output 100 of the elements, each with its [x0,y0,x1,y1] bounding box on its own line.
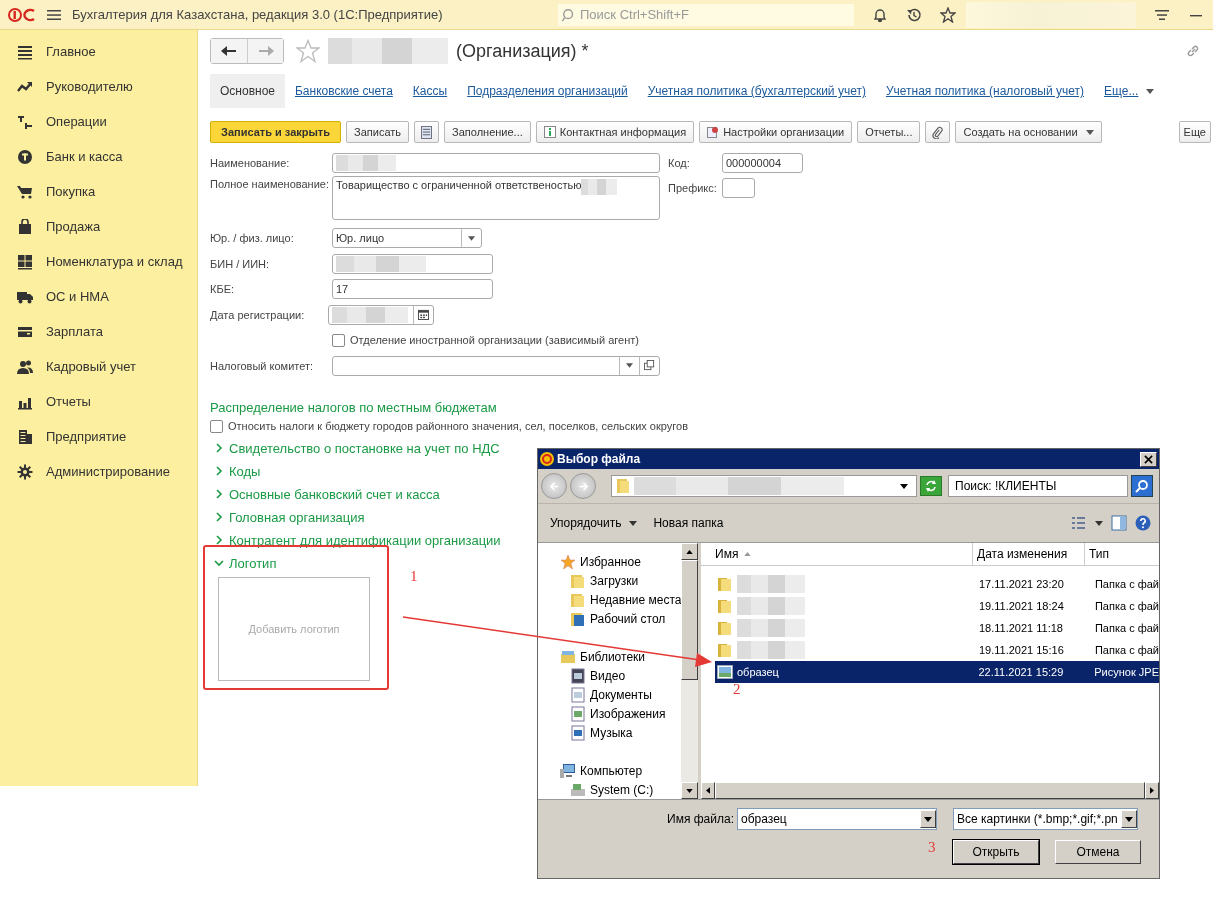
input-field[interactable] [332,253,493,274]
caret-icon [900,483,908,489]
toolbar-button[interactable]: Контактная информация [535,121,695,143]
sidebar-item[interactable]: Отчеты [0,384,197,419]
nav-item[interactable]: Библиотеки [538,647,681,666]
nav-item[interactable]: Документы [538,685,681,704]
file-row[interactable]: 17.11.2021 23:20 Папка с фай [715,573,1159,595]
input-field[interactable] [722,178,755,199]
sidebar-item[interactable]: Покупка [0,174,197,209]
sidebar-item[interactable]: Главное [0,34,197,69]
file-row[interactable]: 19.11.2021 15:16 Папка с фай [715,639,1159,661]
group-header[interactable]: Коды [210,459,261,483]
scrollbar[interactable] [701,782,1159,799]
nav-item[interactable]: Избранное [538,552,681,571]
list-button[interactable] [414,121,440,143]
nav-item[interactable]: Загрузки [538,571,681,590]
select-field[interactable]: Юр. лицо [332,228,482,249]
toolbar-button[interactable]: Настройки организации [699,121,853,143]
chevron-icon [214,512,224,522]
input-field[interactable]: 000000004 [722,152,803,173]
file-row[interactable]: образец 22.11.2021 15:29 Рисунок JPE [715,661,1159,683]
arrow-left-icon[interactable] [705,787,710,794]
tab[interactable]: Еще... [1094,74,1165,108]
toolbar-button[interactable]: Заполнение... [444,121,531,143]
forward-button[interactable] [570,473,596,499]
date-field[interactable] [328,304,434,325]
path-field[interactable] [611,475,917,497]
sidebar-item[interactable]: Кадровый учет [0,349,197,384]
refresh-button[interactable] [920,476,942,496]
help-icon[interactable] [1135,515,1151,531]
sidebar-item[interactable]: Зарплата [0,314,197,349]
group-header[interactable]: Головная организация [210,505,365,529]
file-type-select[interactable]: Все картинки (*.bmp;*.gif;*.pn [953,808,1138,830]
star-icon[interactable] [940,6,956,23]
sidebar-item[interactable]: Предприятие [0,419,197,454]
more-button[interactable]: Еще [1178,121,1211,143]
tab[interactable]: Подразделения организаций [457,74,638,108]
cancel-button[interactable]: Отмена [1055,840,1141,864]
column-header[interactable]: Тип [1085,543,1159,565]
sidebar-item[interactable]: Продажа [0,209,197,244]
sidebar-item[interactable]: Номенклатура и склад [0,244,197,279]
filename-field[interactable]: образец [737,808,937,830]
arrow-down-icon[interactable] [686,788,693,793]
annotation-number: 1 [410,568,418,585]
attach-button[interactable] [925,121,951,143]
preview-pane-icon[interactable] [1111,515,1127,531]
app-logo-icon [540,452,554,466]
field-label: Наименование: [210,156,291,169]
sidebar-item[interactable]: Операции [0,104,197,139]
group-header[interactable]: Свидетельство о постановке на учет по НДС [210,436,500,460]
caret-icon[interactable] [1095,520,1103,526]
history-icon[interactable] [906,6,922,23]
back-button[interactable] [211,39,247,63]
nav-item[interactable]: Рабочий стол [538,609,681,628]
sidebar-item[interactable]: Руководителю [0,69,197,104]
group-header[interactable]: Логотип [210,551,277,575]
nav-item[interactable]: System (C:) [538,780,681,799]
arrow-up-icon[interactable] [686,549,693,554]
toolbar-button[interactable]: Записать [346,121,410,143]
nav-item[interactable]: Компьютер [538,761,681,780]
sidebar-item[interactable]: ОС и НМА [0,279,197,314]
toolbar-button[interactable]: Новая папка [649,516,728,530]
caret-icon [924,816,932,822]
star-icon[interactable] [296,39,320,63]
column-header[interactable]: Дата изменения [973,543,1085,565]
tab[interactable]: Учетная политика (бухгалтерский учет) [637,74,876,108]
tab[interactable]: Кассы [402,74,458,108]
file-row[interactable]: 18.11.2021 11:18 Папка с фай [715,617,1159,639]
arrow-right-icon[interactable] [1150,787,1155,794]
search-button[interactable] [1131,475,1153,497]
input-field[interactable]: Товарищество с ограниченной ответственостью [332,175,660,220]
search-field[interactable]: Поиск: !КЛИЕНТЫ [948,475,1128,497]
toolbar-button[interactable]: Отчеты... [857,121,921,143]
checkbox[interactable]: Отделение иностранной организации (зависимый агент) [332,333,639,347]
sidebar-item[interactable]: Банк и касса [0,139,197,174]
input-field[interactable] [332,152,660,173]
save-and-close-button[interactable]: Записать и закрыть [210,121,342,143]
nav-item[interactable]: Изображения [538,704,681,723]
nav-item[interactable]: Музыка [538,723,681,742]
sidebar-item[interactable]: Администрирование [0,454,197,489]
input-field[interactable] [332,355,660,376]
input-field[interactable]: 17 [332,279,493,300]
nav-item[interactable]: Видео [538,666,681,685]
view-options-icon[interactable] [1071,515,1087,531]
open-button[interactable]: Открыть [953,840,1039,864]
tab[interactable]: Основное [210,74,285,108]
link-icon[interactable] [1185,43,1201,59]
column-header[interactable]: Имя [701,543,973,565]
tab[interactable]: Учетная политика (налоговый учет) [875,74,1094,108]
toolbar-button[interactable]: Упорядочить [546,516,642,530]
group-header[interactable]: Основные банковский счет и касса [210,482,440,506]
checkbox[interactable]: Относить налоги к бюджету городов районного значения, сел, поселков, сельских округов [210,419,688,433]
sort-icon [744,552,752,556]
create-based-on-button[interactable]: Создать на основании [955,121,1102,143]
bell-icon[interactable] [872,6,888,23]
close-button[interactable] [1140,451,1157,467]
scrollbar[interactable] [681,543,698,799]
tab[interactable]: Банковские счета [285,74,403,108]
nav-item[interactable]: Недавние места [538,590,681,609]
file-row[interactable]: 19.11.2021 18:24 Папка с фай [715,595,1159,617]
